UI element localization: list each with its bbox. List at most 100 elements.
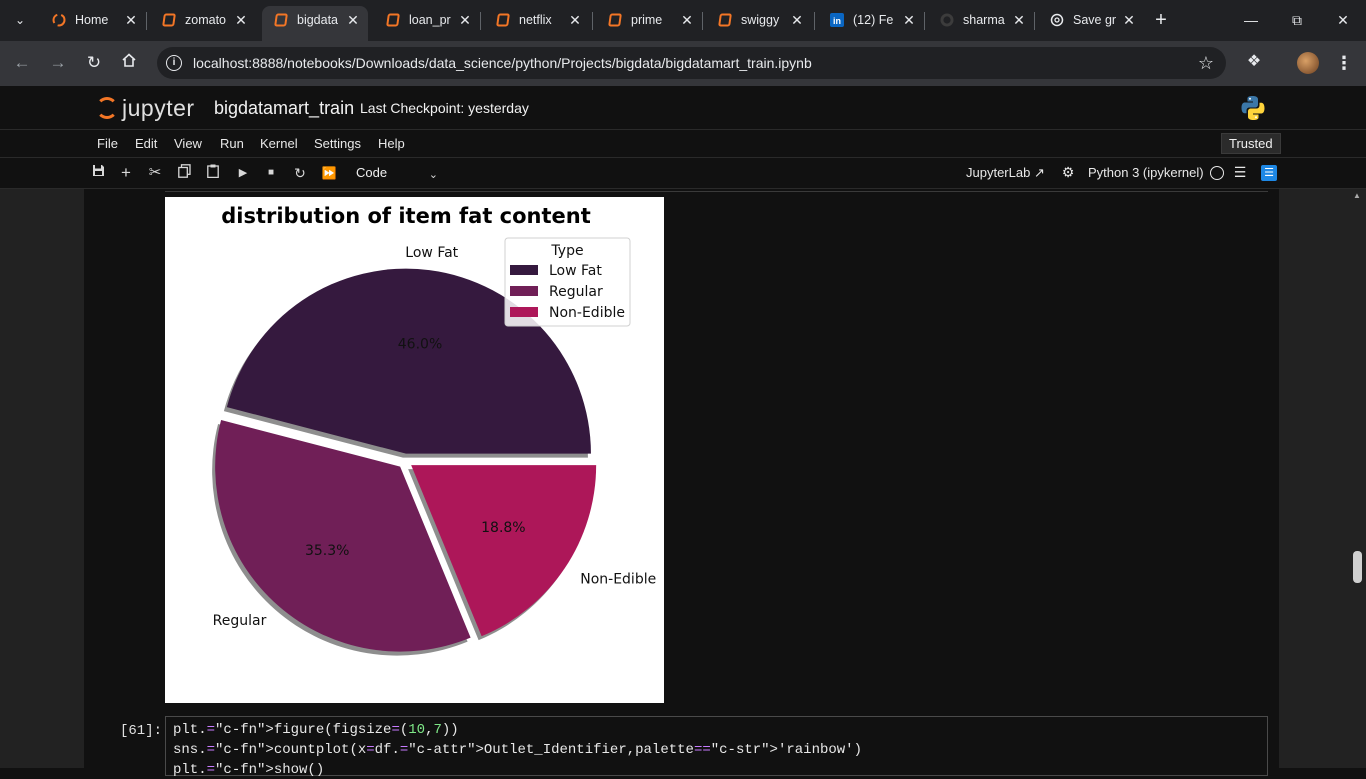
kernel-status-idle-icon <box>1210 166 1224 180</box>
omnibox[interactable]: i localhost:8888/notebooks/Downloads/dat… <box>157 47 1226 79</box>
tab-close-icon[interactable]: ✕ <box>902 12 916 28</box>
debugger-bug-icon[interactable]: ⚙ <box>1060 164 1076 180</box>
tab-close-icon[interactable]: ✕ <box>680 12 694 28</box>
previous-cell-edge <box>165 189 1268 192</box>
reload-button[interactable]: ↻ <box>83 52 105 74</box>
pie-chart: distribution of item fat content 46.0% Lo… <box>212 204 656 656</box>
tab-close-icon[interactable]: ✕ <box>1122 12 1136 28</box>
run-cell-icon[interactable]: ▶ <box>234 164 252 182</box>
browser-tab[interactable]: bigdata ✕ <box>262 6 368 41</box>
browser-tab-label: prime <box>631 13 663 27</box>
profile-avatar[interactable] <box>1297 52 1319 74</box>
property-inspector-icon[interactable]: ☰ <box>1261 165 1277 181</box>
chatgpt-icon <box>1050 13 1064 27</box>
external-link-icon: ↗ <box>1033 165 1045 180</box>
tab-close-icon[interactable]: ✕ <box>234 12 248 28</box>
browser-tab-label: sharma <box>963 13 1005 27</box>
notebook-icon <box>162 13 176 27</box>
menu-help[interactable]: Help <box>378 136 405 152</box>
cell-type-dropdown[interactable]: Code ⌄ <box>352 164 444 184</box>
browser-tab[interactable]: loan_pr ✕ <box>374 6 480 34</box>
browser-tab[interactable]: netflix ✕ <box>484 6 590 34</box>
save-icon[interactable] <box>89 164 107 182</box>
github-icon <box>940 13 954 27</box>
code-cell-editor[interactable]: plt.="c-fn">figure(figsize=(10,7)) sns.=… <box>165 716 1268 778</box>
menu-view[interactable]: View <box>174 136 202 152</box>
back-button[interactable]: ← <box>11 52 33 74</box>
chevron-down-icon: ⌄ <box>428 169 438 181</box>
pie-category-label: Non-Edible <box>580 571 656 587</box>
browser-tab[interactable]: in (12) Fe ✕ <box>818 6 924 34</box>
python-logo-icon <box>1241 96 1265 120</box>
scrollbar-thumb[interactable] <box>1353 551 1362 583</box>
menu-kernel[interactable]: Kernel <box>260 136 298 152</box>
browser-tab-label: (12) Fe <box>853 13 894 27</box>
bookmark-star-icon[interactable]: ☆ <box>1198 52 1214 74</box>
jupyter-header: jupyter bigdatamart_train Last Checkpoin… <box>0 86 1366 130</box>
cut-icon[interactable]: ✂ <box>146 164 164 182</box>
browser-tab[interactable]: prime ✕ <box>596 6 702 34</box>
paste-icon[interactable] <box>204 164 222 182</box>
tab-close-icon[interactable]: ✕ <box>1012 12 1026 28</box>
browser-tab[interactable]: Save gr ✕ <box>1038 6 1144 34</box>
tab-separator <box>592 12 593 30</box>
kernel-name[interactable]: Python 3 (ipykernel) <box>1088 165 1204 181</box>
code-line-2: sns.="c-fn">countplot(x=df.="c-attr">Out… <box>173 741 862 759</box>
notebook-area: distribution of item fat content 46.0% Lo… <box>0 189 1366 778</box>
interrupt-kernel-icon[interactable]: ■ <box>262 164 280 182</box>
cell-type-value: Code <box>356 165 388 180</box>
menu-run[interactable]: Run <box>220 136 244 152</box>
trusted-indicator[interactable]: Trusted <box>1221 133 1281 154</box>
legend-swatch <box>510 265 538 275</box>
jupyter-logo[interactable]: jupyter <box>94 94 204 124</box>
legend-entry-label: Non-Edible <box>549 305 625 321</box>
browser-tab-label: Save gr <box>1073 13 1117 27</box>
browser-tab[interactable]: swiggy ✕ <box>706 6 812 34</box>
jupyterlab-link-label: JupyterLab <box>966 165 1031 180</box>
browser-tab[interactable]: zomato ✕ <box>150 6 256 34</box>
insert-cell-icon[interactable]: + <box>117 164 135 182</box>
home-button[interactable] <box>118 52 140 74</box>
menu-file[interactable]: File <box>97 136 118 152</box>
legend-entry-label: Regular <box>549 284 603 300</box>
tab-close-icon[interactable]: ✕ <box>346 12 360 28</box>
url-text[interactable]: localhost:8888/notebooks/Downloads/data_… <box>193 55 812 71</box>
minimize-button[interactable]: — <box>1241 10 1261 30</box>
copy-icon[interactable] <box>175 164 193 182</box>
menu-edit[interactable]: Edit <box>135 136 157 152</box>
pie-category-label: Low Fat <box>405 245 458 261</box>
notebook-icon <box>718 13 732 27</box>
code-line-1-text: plt.="c-fn">figure(figsize=(10,7)) <box>173 722 459 738</box>
tab-close-icon[interactable]: ✕ <box>790 12 804 28</box>
restore-button[interactable]: ⧉ <box>1287 10 1307 30</box>
browser-tab[interactable]: sharma ✕ <box>928 6 1034 34</box>
tab-search-chevron-icon[interactable]: ⌄ <box>8 8 32 32</box>
new-tab-button[interactable]: + <box>1151 10 1171 30</box>
browser-tab-label: swiggy <box>741 13 780 27</box>
extensions-puzzle-icon[interactable]: ❖ <box>1244 52 1264 72</box>
legend-swatch <box>510 286 538 296</box>
restart-kernel-icon[interactable]: ↻ <box>291 164 309 182</box>
menu-bar: File Edit View Run Kernel Settings Help … <box>0 130 1366 158</box>
menu-settings[interactable]: Settings <box>314 136 361 152</box>
scroll-up-arrow-icon[interactable]: ▲ <box>1352 191 1362 201</box>
jupyterlab-link[interactable]: JupyterLab ↗ <box>966 165 1045 181</box>
tab-close-icon[interactable]: ✕ <box>458 12 472 28</box>
browser-tab[interactable]: Home ✕ <box>40 6 146 34</box>
browser-tab-label: Home <box>75 13 109 27</box>
pie-value-label: 46.0% <box>398 337 442 353</box>
browser-tab-label: bigdata <box>297 13 339 27</box>
table-of-contents-icon[interactable]: ☰ <box>1232 164 1248 180</box>
site-info-icon[interactable]: i <box>166 55 182 71</box>
notebook-title[interactable]: bigdatamart_train <box>214 96 354 120</box>
tab-separator <box>702 12 703 30</box>
close-window-button[interactable]: ✕ <box>1333 10 1353 30</box>
tab-close-icon[interactable]: ✕ <box>124 12 138 28</box>
notebook-toolbar: + ✂ ▶ ■ ↻ ⏩ Code ⌄ JupyterLab ↗ ⚙ Python… <box>0 158 1366 189</box>
tab-close-icon[interactable]: ✕ <box>568 12 582 28</box>
pie-value-label: 18.8% <box>481 520 525 536</box>
notebook-icon <box>608 13 622 27</box>
browser-menu-icon[interactable]: ⋮ <box>1334 52 1354 74</box>
restart-run-all-icon[interactable]: ⏩ <box>320 164 338 182</box>
forward-button[interactable]: → <box>47 52 69 74</box>
